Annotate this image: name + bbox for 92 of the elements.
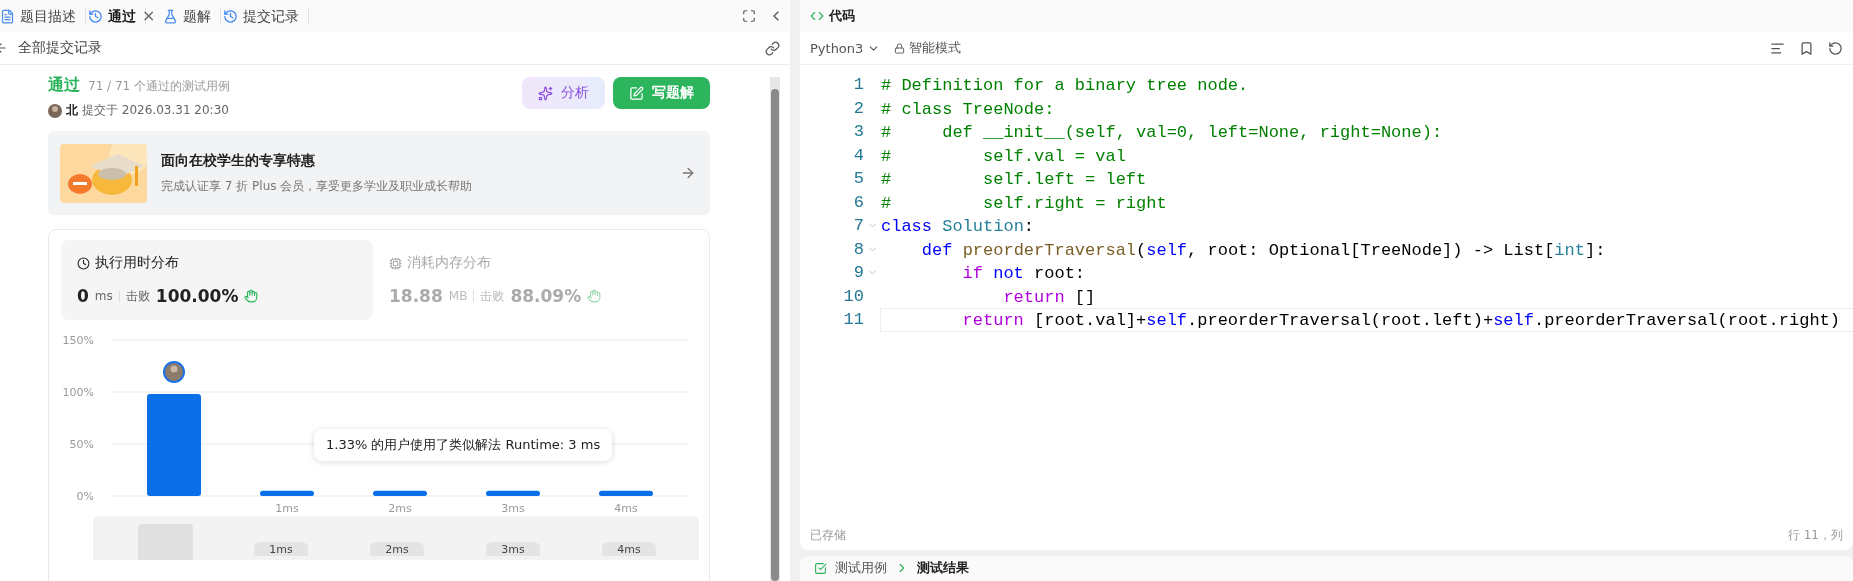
line-number: 3 [852, 121, 864, 143]
line-number: 9 [852, 262, 864, 284]
analyze-button[interactable]: 分析 [522, 77, 605, 109]
saved-status: 已存储 [810, 526, 846, 544]
format-icon[interactable] [1770, 40, 1785, 56]
axis-label: 0% [76, 490, 94, 503]
checkbox-icon [814, 562, 827, 575]
code-line: def preorderTraversal(self, root: Optional[TreeNode]) -> List[int]: [920, 239, 1607, 261]
axis-label: 1ms [275, 502, 299, 515]
code-line: # self.left = left [880, 169, 1148, 191]
lock-icon [894, 42, 906, 54]
hand-icon [244, 289, 259, 303]
promo-subtitle: 完成认证享 7 折 Plus 会员，享受更多学业及职业成长帮助 [161, 177, 474, 195]
tab[interactable]: 提交记录 [223, 8, 310, 24]
link-icon[interactable] [765, 40, 780, 56]
bar[interactable] [373, 490, 427, 496]
tab[interactable]: 测试用例 [835, 559, 887, 577]
bookmark-icon[interactable] [1799, 40, 1814, 56]
line-number: 5 [852, 168, 864, 190]
bar[interactable] [260, 490, 314, 496]
tab[interactable]: 题目描述 [0, 8, 86, 24]
beats-label: 击败 [480, 287, 505, 305]
scrollbar[interactable] [771, 89, 779, 581]
range-navigator[interactable]: 1ms 2ms 3ms 4ms [93, 516, 699, 560]
panel-title: 代码 [829, 7, 855, 25]
line-number: 8 [852, 238, 864, 261]
user-name[interactable]: 北 [66, 102, 78, 119]
beats-label: 击败 [125, 287, 150, 305]
stat-value: 0 [77, 286, 89, 306]
hand-icon [587, 289, 602, 303]
history-icon [88, 8, 103, 24]
stat-title: 执行用时分布 [95, 254, 179, 272]
tab[interactable]: 题解 [163, 8, 222, 24]
code-line: # self.right = right [880, 192, 1168, 214]
stat-title: 消耗内存分布 [407, 254, 491, 272]
avatar [48, 103, 62, 118]
reset-icon[interactable] [1828, 40, 1843, 56]
navigator-label: 2ms [370, 542, 424, 556]
line-number: 4 [852, 144, 864, 167]
stat-value: 18.88 [389, 286, 443, 306]
code-line: # class TreeNode: [880, 98, 1056, 120]
edit-icon [629, 85, 644, 101]
promo-banner[interactable]: 面向在校学生的专享特惠 完成认证享 7 折 Plus 会员，享受更多学业及职业成长帮助 [48, 131, 710, 215]
tab[interactable]: 测试结果 [917, 559, 969, 577]
navigator-label: 4ms [602, 542, 656, 556]
code-line: if not root: [961, 263, 1087, 285]
navigator-label: 3ms [486, 542, 540, 556]
line-number: 2 [852, 97, 864, 120]
bar[interactable] [486, 490, 540, 496]
flask-icon [163, 8, 179, 24]
line-number: 11 [842, 309, 864, 331]
beats-value: 100.00% [155, 286, 239, 306]
axis-label: 100% [62, 386, 94, 399]
fullscreen-icon[interactable] [742, 9, 756, 23]
code-line: # Definition for a binary tree node. [880, 75, 1250, 97]
code-line: class Solution: [880, 216, 1036, 238]
sparkle-icon [538, 85, 553, 101]
bar[interactable] [599, 490, 653, 496]
mode-toggle[interactable]: 智能模式 [894, 39, 962, 57]
line-number: 10 [842, 285, 864, 308]
test-cases-text: 71 / 71 个通过的测试用例 [88, 78, 231, 95]
unit: ms [94, 289, 113, 303]
document-icon [0, 8, 15, 24]
avatar [163, 361, 185, 383]
promo-title: 面向在校学生的专享特惠 [161, 151, 316, 170]
tooltip: 1.33% 的用户使用了类似解法 Runtime: 3 ms [314, 429, 613, 461]
stat-tab[interactable]: 执行用时分布 0 ms 击败 100.00% [61, 240, 373, 320]
range-handle[interactable] [138, 524, 193, 560]
chip-icon [389, 256, 402, 270]
axis-label: 3ms [501, 502, 525, 515]
code-line: # self.val = val [880, 145, 1127, 167]
language-select[interactable]: Python3 [810, 40, 881, 56]
clock-icon [77, 256, 90, 270]
line-number: 7 [852, 215, 864, 237]
axis-label: 150% [62, 334, 94, 347]
line-number: 6 [852, 191, 864, 214]
code-line: # def __init__(self, val=0, left=None, right=None): [880, 122, 1444, 144]
line-number: 1 [852, 74, 864, 96]
code-line: return [] [1002, 286, 1097, 308]
code-line: return [root.val]+self.preorderTraversal(root.left)+self.preorderTraversal(root.right) [880, 308, 1853, 332]
axis-label: 4ms [614, 502, 638, 515]
navigator-label: 1ms [254, 542, 308, 556]
history-icon [223, 8, 239, 24]
submit-time: 提交于 2026.03.31 20:30 [82, 102, 229, 119]
back-link[interactable]: 全部提交记录 [18, 39, 102, 57]
axis-label: 50% [69, 438, 94, 451]
cursor-position: 行 11，列 [1787, 526, 1843, 544]
status-text: 通过 [48, 75, 80, 96]
unit: MB [448, 289, 468, 303]
code-icon [810, 9, 824, 23]
beats-value: 88.09% [510, 286, 582, 306]
axis-label: 2ms [388, 502, 412, 515]
